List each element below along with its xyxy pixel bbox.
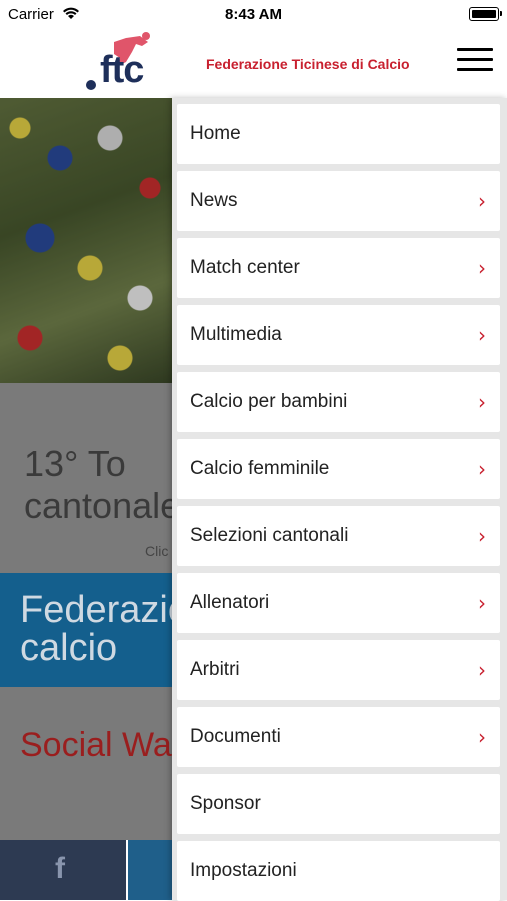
chevron-right-icon: › bbox=[478, 457, 486, 481]
event-link: Clic bbox=[145, 543, 169, 559]
menu-item-label: Calcio femminile bbox=[190, 458, 330, 479]
menu-bar-icon bbox=[457, 48, 493, 51]
app-header: ftc Federazione Ticinese di Calcio bbox=[0, 28, 507, 99]
menu-item-label: Selezioni cantonali bbox=[190, 525, 349, 546]
menu-item-label: Calcio per bambini bbox=[190, 391, 348, 412]
federation-text-line: Federazio bbox=[20, 589, 189, 631]
menu-item-calcio-per-bambini[interactable]: Calcio per bambini › bbox=[177, 372, 500, 432]
menu-item-label: News bbox=[190, 190, 238, 211]
brand-title: Federazione Ticinese di Calcio bbox=[206, 56, 410, 72]
ftc-logo[interactable]: ftc bbox=[86, 32, 186, 94]
menu-item-documenti[interactable]: Documenti › bbox=[177, 707, 500, 767]
hamburger-menu-button[interactable] bbox=[457, 48, 493, 74]
menu-bar-icon bbox=[457, 58, 493, 61]
social-wall-title: Social Wal bbox=[20, 726, 180, 764]
federation-text: Federazio calcio bbox=[20, 591, 189, 667]
menu-item-label: Sponsor bbox=[190, 793, 261, 814]
menu-item-label: Multimedia bbox=[190, 324, 282, 345]
event-title: 13° To cantonale bbox=[24, 443, 180, 527]
chevron-right-icon: › bbox=[478, 725, 486, 749]
logo-dot bbox=[86, 80, 96, 90]
logo-text: ftc bbox=[100, 49, 144, 91]
menu-item-arbitri[interactable]: Arbitri › bbox=[177, 640, 500, 700]
menu-item-news[interactable]: News › bbox=[177, 171, 500, 231]
status-bar: Carrier 8:43 AM bbox=[0, 0, 507, 28]
menu-item-label: Arbitri bbox=[190, 659, 240, 680]
facebook-button[interactable]: f bbox=[0, 840, 126, 900]
facebook-icon: f bbox=[55, 852, 65, 885]
chevron-right-icon: › bbox=[478, 658, 486, 682]
menu-item-match-center[interactable]: Match center › bbox=[177, 238, 500, 298]
clock: 8:43 AM bbox=[225, 6, 282, 23]
menu-item-allenatori[interactable]: Allenatori › bbox=[177, 573, 500, 633]
menu-item-selezioni-cantonali[interactable]: Selezioni cantonali › bbox=[177, 506, 500, 566]
chevron-right-icon: › bbox=[478, 256, 486, 280]
chevron-right-icon: › bbox=[478, 524, 486, 548]
event-title-line: cantonale bbox=[24, 485, 181, 526]
menu-item-label: Documenti bbox=[190, 726, 281, 747]
menu-item-multimedia[interactable]: Multimedia › bbox=[177, 305, 500, 365]
menu-item-label: Home bbox=[190, 123, 241, 144]
menu-item-calcio-femminile[interactable]: Calcio femminile › bbox=[177, 439, 500, 499]
navigation-drawer: Home News › Match center › Multimedia › … bbox=[172, 98, 507, 901]
chevron-right-icon: › bbox=[478, 189, 486, 213]
chevron-right-icon: › bbox=[478, 591, 486, 615]
twitter-button[interactable] bbox=[128, 840, 175, 900]
menu-item-impostazioni[interactable]: Impostazioni bbox=[177, 841, 500, 901]
menu-item-home[interactable]: Home bbox=[177, 104, 500, 164]
chevron-right-icon: › bbox=[478, 323, 486, 347]
chevron-right-icon: › bbox=[478, 390, 486, 414]
battery-icon bbox=[469, 7, 502, 21]
event-title-line: 13° To bbox=[24, 443, 126, 484]
menu-bar-icon bbox=[457, 68, 493, 71]
share-bar: f bbox=[0, 840, 175, 900]
federation-text-line: calcio bbox=[20, 627, 118, 669]
hero-photo[interactable] bbox=[0, 98, 175, 383]
menu-item-label: Match center bbox=[190, 257, 300, 278]
menu-item-label: Allenatori bbox=[190, 592, 270, 613]
menu-item-label: Impostazioni bbox=[190, 860, 297, 881]
menu-item-sponsor[interactable]: Sponsor bbox=[177, 774, 500, 834]
